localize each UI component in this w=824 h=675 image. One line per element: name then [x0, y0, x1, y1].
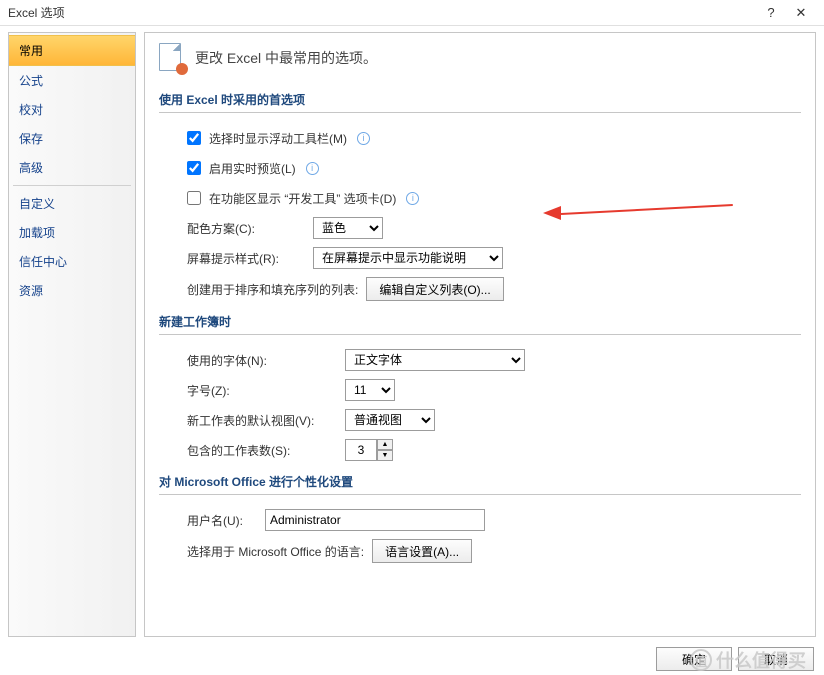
options-icon	[159, 43, 185, 73]
sidebar-item-trust[interactable]: 信任中心	[9, 247, 135, 276]
username-label: 用户名(U):	[187, 512, 257, 529]
sidebar-separator	[13, 185, 131, 186]
cb-mini-toolbar-label: 选择时显示浮动工具栏(M)	[209, 130, 347, 147]
sheetcount-label: 包含的工作表数(S):	[187, 442, 337, 459]
sortlist-label: 创建用于排序和填充序列的列表:	[187, 281, 358, 298]
sidebar-item-customize[interactable]: 自定义	[9, 189, 135, 218]
sidebar-item-advanced[interactable]: 高级	[9, 153, 135, 182]
cb-mini-toolbar[interactable]	[187, 131, 201, 145]
sidebar-item-save[interactable]: 保存	[9, 124, 135, 153]
titlebar: Excel 选项 ? ✕	[0, 0, 824, 26]
window-title: Excel 选项	[8, 4, 756, 21]
view-label: 新工作表的默认视图(V):	[187, 412, 337, 429]
help-button[interactable]: ?	[756, 5, 786, 20]
view-select[interactable]: 普通视图	[345, 409, 435, 431]
username-input[interactable]	[265, 509, 485, 531]
sidebar-item-general[interactable]: 常用	[9, 35, 135, 66]
sheetcount-input[interactable]	[345, 439, 377, 461]
info-icon[interactable]: i	[406, 192, 419, 205]
section-title-newwb: 新建工作簿时	[159, 313, 801, 335]
sidebar-item-resources[interactable]: 资源	[9, 276, 135, 305]
font-label: 使用的字体(N):	[187, 352, 337, 369]
cb-live-preview[interactable]	[187, 161, 201, 175]
font-select[interactable]: 正文字体	[345, 349, 525, 371]
info-icon[interactable]: i	[306, 162, 319, 175]
sheetcount-up[interactable]: ▲	[377, 439, 393, 450]
sidebar-item-addins[interactable]: 加载项	[9, 218, 135, 247]
close-button[interactable]: ✕	[786, 5, 816, 21]
sheetcount-down[interactable]: ▼	[377, 450, 393, 461]
screentip-select[interactable]: 在屏幕提示中显示功能说明	[313, 247, 503, 269]
size-select[interactable]: 11	[345, 379, 395, 401]
cb-live-preview-label: 启用实时预览(L)	[209, 160, 296, 177]
cb-developer-tab[interactable]	[187, 191, 201, 205]
color-scheme-select[interactable]: 蓝色	[313, 217, 383, 239]
color-scheme-label: 配色方案(C):	[187, 220, 305, 237]
edit-custom-lists-button[interactable]: 编辑自定义列表(O)...	[366, 277, 503, 301]
cb-developer-tab-label: 在功能区显示 “开发工具” 选项卡(D)	[209, 190, 396, 207]
sidebar-item-formulas[interactable]: 公式	[9, 66, 135, 95]
language-label: 选择用于 Microsoft Office 的语言:	[187, 543, 364, 560]
screentip-label: 屏幕提示样式(R):	[187, 250, 305, 267]
header-text: 更改 Excel 中最常用的选项。	[195, 48, 377, 68]
watermark: 值 什么值得买	[690, 647, 806, 673]
sidebar-item-proofing[interactable]: 校对	[9, 95, 135, 124]
info-icon[interactable]: i	[357, 132, 370, 145]
size-label: 字号(Z):	[187, 382, 337, 399]
section-title-prefs: 使用 Excel 时采用的首选项	[159, 91, 801, 113]
main-panel: 更改 Excel 中最常用的选项。 使用 Excel 时采用的首选项 选择时显示…	[144, 32, 816, 637]
section-title-personalize: 对 Microsoft Office 进行个性化设置	[159, 473, 801, 495]
language-settings-button[interactable]: 语言设置(A)...	[372, 539, 472, 563]
sidebar: 常用 公式 校对 保存 高级 自定义 加载项 信任中心 资源	[8, 32, 136, 637]
